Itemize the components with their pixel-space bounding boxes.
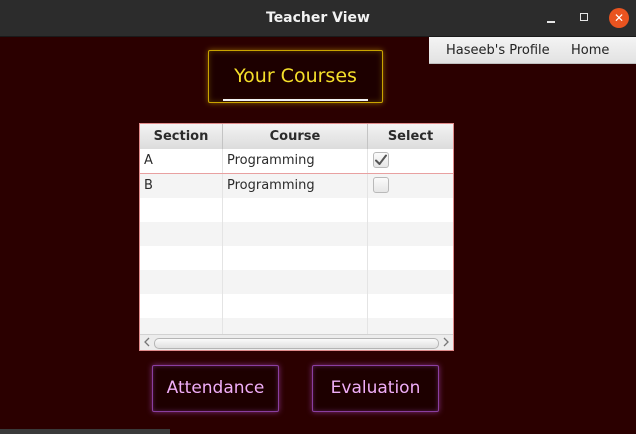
empty-cell xyxy=(368,222,453,246)
menu-item-profile[interactable]: Haseeb's Profile xyxy=(446,37,550,64)
empty-cell xyxy=(140,246,223,270)
courses-table: Section Course Select A Programming B Pr… xyxy=(139,123,454,351)
bottom-edge-strip xyxy=(0,429,170,434)
table-row[interactable]: A Programming xyxy=(140,149,453,174)
column-header-course[interactable]: Course xyxy=(223,124,368,149)
teacher-view-window: Teacher View ✕ Haseeb's Profile Home You… xyxy=(0,0,636,434)
empty-cell xyxy=(140,198,223,222)
attendance-button[interactable]: Attendance xyxy=(152,365,279,412)
empty-row xyxy=(140,198,453,222)
empty-cell xyxy=(223,222,368,246)
chevron-left-icon xyxy=(144,337,150,347)
scroll-left-button[interactable] xyxy=(141,335,153,350)
scrollbar-thumb[interactable] xyxy=(154,338,439,349)
empty-cell xyxy=(140,270,223,294)
empty-cell xyxy=(140,222,223,246)
empty-cell xyxy=(223,270,368,294)
empty-cell xyxy=(368,246,453,270)
empty-cell xyxy=(368,270,453,294)
select-cell xyxy=(368,149,453,173)
evaluation-button[interactable]: Evaluation xyxy=(312,365,439,412)
your-courses-label: Your Courses xyxy=(208,50,383,103)
empty-row xyxy=(140,222,453,246)
course-cell: Programming xyxy=(223,149,368,173)
empty-row xyxy=(140,246,453,270)
course-cell: Programming xyxy=(223,174,368,198)
title-bar: Teacher View ✕ xyxy=(0,0,636,37)
table-row[interactable]: B Programming xyxy=(140,174,453,198)
close-button[interactable]: ✕ xyxy=(609,8,629,28)
section-cell: A xyxy=(140,149,223,173)
menu-item-home[interactable]: Home xyxy=(571,37,609,64)
column-header-section[interactable]: Section xyxy=(140,124,223,149)
empty-cell xyxy=(140,294,223,318)
maximize-button[interactable] xyxy=(575,8,595,28)
menu-bar: Haseeb's Profile Home xyxy=(429,37,636,64)
empty-cell xyxy=(368,294,453,318)
maximize-icon xyxy=(580,13,588,21)
select-cell xyxy=(368,174,453,198)
empty-row xyxy=(140,294,453,318)
header-underline xyxy=(223,99,368,101)
table-header: Section Course Select xyxy=(140,124,453,150)
chevron-right-icon xyxy=(443,337,449,347)
minimize-icon xyxy=(547,21,555,23)
scroll-right-button[interactable] xyxy=(440,335,452,350)
empty-cell xyxy=(223,198,368,222)
empty-cell xyxy=(368,198,453,222)
checkmark-icon xyxy=(375,154,387,165)
your-courses-text: Your Courses xyxy=(234,65,357,87)
empty-row xyxy=(140,270,453,294)
horizontal-scrollbar[interactable] xyxy=(140,334,453,350)
close-icon: ✕ xyxy=(613,11,625,25)
empty-cell xyxy=(223,294,368,318)
section-cell: B xyxy=(140,174,223,198)
select-checkbox[interactable] xyxy=(373,177,389,193)
select-checkbox[interactable] xyxy=(373,152,389,168)
minimize-button[interactable] xyxy=(541,8,561,28)
column-header-select[interactable]: Select xyxy=(368,124,453,149)
empty-cell xyxy=(223,246,368,270)
